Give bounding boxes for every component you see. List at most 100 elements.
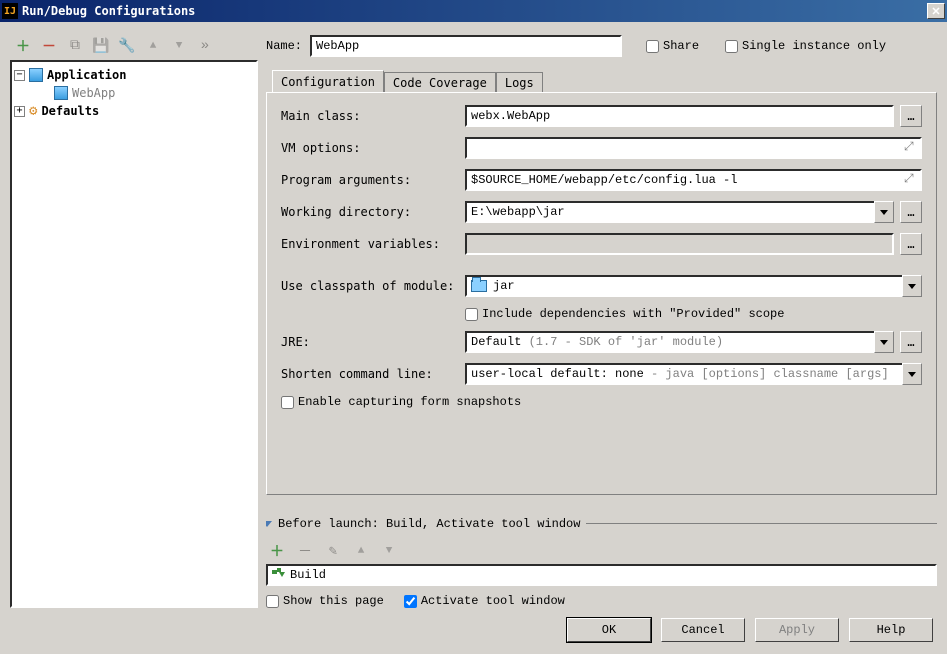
- program-args-label: Program arguments:: [281, 173, 459, 187]
- wrench-icon[interactable]: 🔧: [118, 37, 136, 55]
- program-args-row: Program arguments: ⤢: [281, 169, 922, 191]
- tabs-area: Configuration Code Coverage Logs Main cl…: [266, 70, 937, 495]
- expand-icon[interactable]: +: [14, 106, 25, 117]
- add-config-icon[interactable]: ＋: [14, 37, 32, 55]
- config-tree[interactable]: − Application WebApp + ⚙ Defaults: [10, 60, 258, 608]
- shorten-label: Shorten command line:: [281, 367, 459, 381]
- include-provided-row: Include dependencies with "Provided" sco…: [281, 307, 922, 321]
- main-class-browse-button[interactable]: …: [900, 105, 922, 127]
- working-dir-row: Working directory: …: [281, 201, 922, 223]
- bl-remove-icon[interactable]: －: [296, 542, 314, 560]
- working-dir-input[interactable]: [465, 201, 874, 223]
- tab-logs[interactable]: Logs: [496, 72, 543, 93]
- right-panel: Name: Share Single instance only Configu…: [266, 32, 937, 608]
- classpath-label: Use classpath of module:: [281, 279, 459, 293]
- enable-snapshots-label: Enable capturing form snapshots: [298, 395, 521, 409]
- vm-options-row: VM options: ⤢: [281, 137, 922, 159]
- name-input[interactable]: [310, 35, 622, 57]
- enable-snapshots-checkbox[interactable]: Enable capturing form snapshots: [281, 395, 922, 409]
- dropdown-icon[interactable]: [902, 275, 922, 297]
- bl-edit-icon[interactable]: ✎: [324, 542, 342, 560]
- apply-button: Apply: [755, 618, 839, 642]
- save-config-icon[interactable]: 💾: [92, 37, 110, 55]
- cancel-button[interactable]: Cancel: [661, 618, 745, 642]
- tab-code-coverage[interactable]: Code Coverage: [384, 72, 496, 93]
- dropdown-icon[interactable]: [874, 201, 894, 223]
- single-instance-checkbox-box[interactable]: [725, 40, 738, 53]
- shorten-value-prefix: user-local default: none: [471, 367, 651, 381]
- classpath-combo[interactable]: jar: [465, 275, 902, 297]
- tree-app-node[interactable]: − Application: [14, 66, 254, 84]
- expand-icon[interactable]: ⤢: [904, 172, 918, 186]
- share-checkbox[interactable]: Share: [646, 39, 699, 53]
- before-launch-checks: Show this page Activate tool window: [266, 594, 937, 608]
- titlebar: IJ Run/Debug Configurations ✕: [0, 0, 947, 22]
- shorten-value-suffix: - java [options] classname [args]: [651, 367, 889, 381]
- tree-app-child[interactable]: WebApp: [14, 84, 254, 102]
- shorten-combo[interactable]: user-local default: none - java [options…: [465, 363, 902, 385]
- env-vars-input[interactable]: [465, 233, 894, 255]
- activate-window-checkbox[interactable]: Activate tool window: [404, 594, 565, 608]
- main-class-label: Main class:: [281, 109, 459, 123]
- env-vars-label: Environment variables:: [281, 237, 459, 251]
- dropdown-icon[interactable]: [902, 363, 922, 385]
- single-instance-label: Single instance only: [742, 39, 886, 53]
- working-dir-label: Working directory:: [281, 205, 459, 219]
- classpath-value: jar: [493, 279, 515, 293]
- move-up-icon[interactable]: ▲: [144, 37, 162, 55]
- remove-config-icon[interactable]: －: [40, 37, 58, 55]
- tab-body: Main class: … VM options: ⤢ Program argu…: [266, 92, 937, 495]
- application-icon: [54, 86, 68, 100]
- show-page-label: Show this page: [283, 594, 384, 608]
- jre-value-prefix: Default: [471, 335, 529, 349]
- share-checkbox-box[interactable]: [646, 40, 659, 53]
- left-toolbar: ＋ － ⧉ 💾 🔧 ▲ ▼ »: [10, 32, 258, 60]
- before-launch-list[interactable]: Build: [266, 564, 937, 586]
- env-vars-row: Environment variables: …: [281, 233, 922, 255]
- gear-icon: ⚙: [29, 104, 37, 118]
- bl-up-icon[interactable]: ▲: [352, 542, 370, 560]
- jre-combo[interactable]: Default (1.7 - SDK of 'jar' module): [465, 331, 874, 353]
- before-launch-item: Build: [290, 568, 326, 582]
- tree-defaults-node[interactable]: + ⚙ Defaults: [14, 102, 254, 120]
- copy-config-icon[interactable]: ⧉: [66, 37, 84, 55]
- working-dir-browse-button[interactable]: …: [900, 201, 922, 223]
- before-launch-toolbar: ＋ － ✎ ▲ ▼: [266, 538, 937, 564]
- program-args-input[interactable]: [465, 169, 922, 191]
- single-instance-checkbox[interactable]: Single instance only: [725, 39, 886, 53]
- main-class-input[interactable]: [465, 105, 894, 127]
- jre-browse-button[interactable]: …: [900, 331, 922, 353]
- ok-button[interactable]: OK: [567, 618, 651, 642]
- expand-icon[interactable]: ⤢: [904, 140, 918, 154]
- include-provided-checkbox[interactable]: Include dependencies with "Provided" sco…: [465, 307, 784, 321]
- content: ＋ － ⧉ 💾 🔧 ▲ ▼ » − Application: [0, 22, 947, 654]
- show-page-checkbox[interactable]: Show this page: [266, 594, 384, 608]
- collapse-icon[interactable]: −: [14, 70, 25, 81]
- jre-value-suffix: (1.7 - SDK of 'jar' module): [529, 335, 723, 349]
- disclosure-triangle-icon[interactable]: [266, 521, 272, 527]
- help-button[interactable]: Help: [849, 618, 933, 642]
- activate-window-checkbox-box[interactable]: [404, 595, 417, 608]
- env-vars-browse-button[interactable]: …: [900, 233, 922, 255]
- show-page-checkbox-box[interactable]: [266, 595, 279, 608]
- jre-row: JRE: Default (1.7 - SDK of 'jar' module)…: [281, 331, 922, 353]
- jre-label: JRE:: [281, 335, 459, 349]
- include-provided-label: Include dependencies with "Provided" sco…: [482, 307, 784, 321]
- activate-window-label: Activate tool window: [421, 594, 565, 608]
- build-icon: [272, 568, 286, 582]
- name-label: Name:: [266, 39, 302, 53]
- shorten-row: Shorten command line: user-local default…: [281, 363, 922, 385]
- move-down-icon[interactable]: ▼: [170, 37, 188, 55]
- tree-label: Defaults: [41, 104, 99, 118]
- include-provided-checkbox-box[interactable]: [465, 308, 478, 321]
- bl-add-icon[interactable]: ＋: [268, 542, 286, 560]
- bl-down-icon[interactable]: ▼: [380, 542, 398, 560]
- classpath-row: Use classpath of module: jar: [281, 275, 922, 297]
- chevrons-icon[interactable]: »: [196, 37, 214, 55]
- close-icon[interactable]: ✕: [927, 3, 945, 19]
- vm-options-input[interactable]: [465, 137, 922, 159]
- tab-configuration[interactable]: Configuration: [272, 70, 384, 92]
- module-icon: [471, 280, 487, 292]
- dropdown-icon[interactable]: [874, 331, 894, 353]
- enable-snapshots-checkbox-box[interactable]: [281, 396, 294, 409]
